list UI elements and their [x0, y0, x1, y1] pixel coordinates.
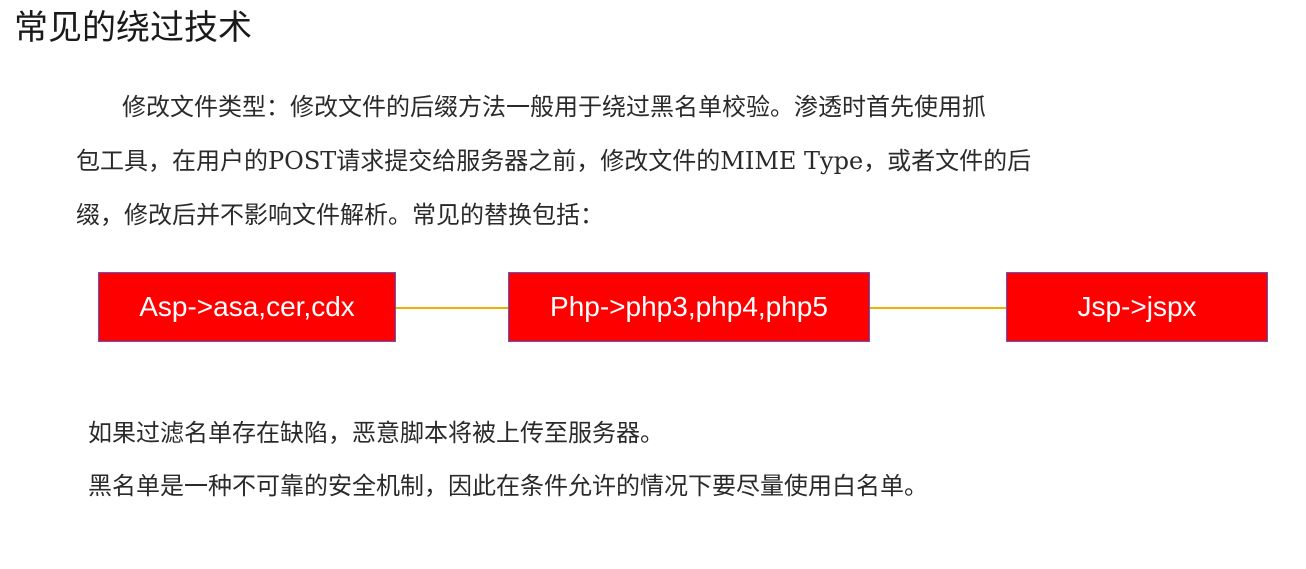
paragraph-line-2: 包工具，在用户的POST请求提交给服务器之前，修改文件的MIME Type，或者… — [76, 147, 1032, 175]
paragraph-line-1: 修改文件类型：修改文件的后缀方法一般用于绕过黑名单校验。渗透时首先使用抓 — [122, 93, 986, 121]
paragraph-line-3: 缀，修改后并不影响文件解析。常见的替换包括： — [76, 201, 604, 229]
php-box: Php->php3,php4,php5 — [508, 272, 870, 342]
jsp-box: Jsp->jspx — [1006, 272, 1268, 342]
note-line-1: 如果过滤名单存在缺陷，恶意脚本将被上传至服务器。 — [88, 419, 664, 447]
connector-line-2 — [870, 307, 1006, 309]
page-title: 常见的绕过技术 — [14, 8, 252, 48]
connector-line-1 — [396, 307, 508, 309]
body-paragraph: 修改文件类型：修改文件的后缀方法一般用于绕过黑名单校验。渗透时首先使用抓 包工具… — [76, 80, 1298, 242]
note-line-2: 黑名单是一种不可靠的安全机制，因此在条件允许的情况下要尽量使用白名单。 — [88, 472, 928, 500]
asp-box: Asp->asa,cer,cdx — [98, 272, 396, 342]
extension-flow-diagram: Asp->asa,cer,cdx Php->php3,php4,php5 Jsp… — [0, 272, 1306, 344]
